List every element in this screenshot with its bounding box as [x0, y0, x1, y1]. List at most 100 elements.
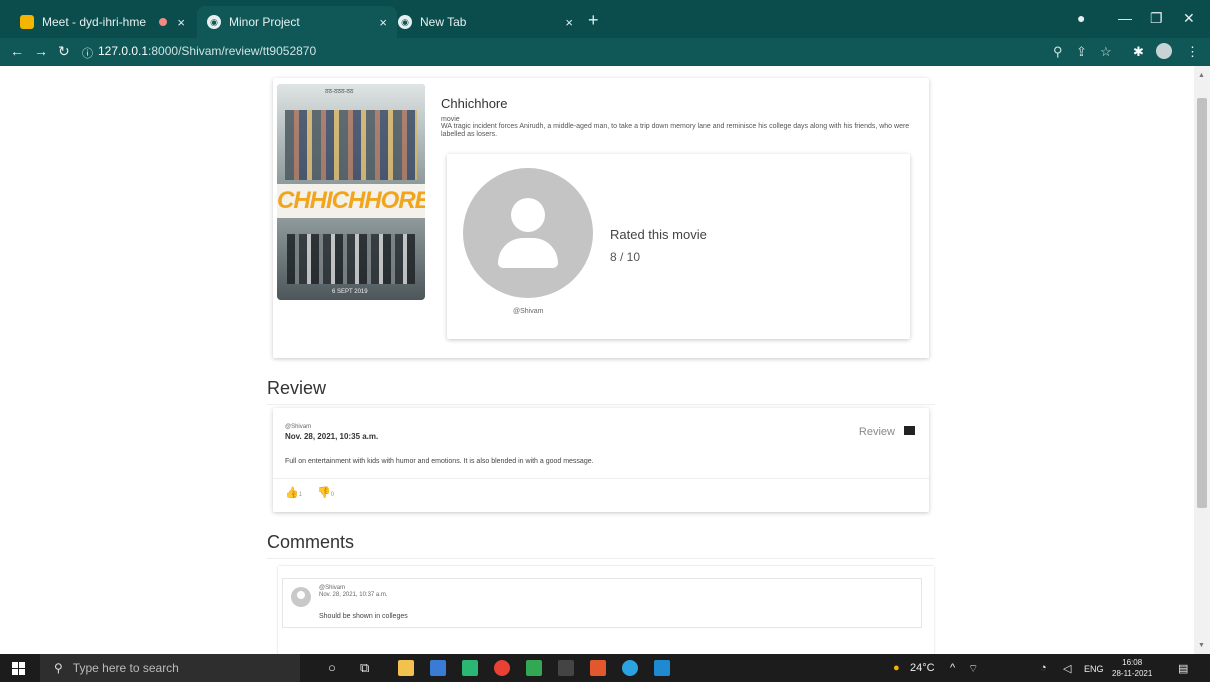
poster-top-text: ठठ-ठठठ-ठठ — [325, 89, 354, 95]
scrollbar[interactable]: ▲ ▼ — [1194, 66, 1210, 654]
rating-username[interactable]: @Shivam — [513, 308, 543, 315]
tab-new-tab[interactable]: ◉ New Tab × — [388, 6, 583, 38]
weather-icon: ● — [893, 662, 900, 674]
url-path: :8000/Shivam/review/tt9052870 — [148, 44, 317, 58]
user-avatar-icon — [463, 168, 593, 298]
reload-icon[interactable]: ↻ — [58, 43, 70, 60]
review-card: @Shivam Nov. 28, 2021, 10:35 a.m. Review… — [273, 408, 929, 512]
review-username[interactable]: @Shivam — [285, 424, 311, 430]
url-field[interactable]: 127.0.0.1:8000/Shivam/review/tt9052870 — [98, 44, 316, 58]
globe-icon: ◉ — [207, 15, 221, 29]
dislike-count: 0 — [330, 492, 335, 498]
comments-card: @Shivam Nov. 28, 2021, 10:37 a.m. Should… — [278, 566, 934, 654]
taskbar-search[interactable]: ⚲ Type here to search — [40, 654, 300, 682]
menu-icon[interactable]: ⋮ — [1186, 44, 1199, 60]
pycharm-icon[interactable] — [462, 660, 478, 676]
poster-logo: CHHICHHORE — [277, 184, 425, 218]
browser-tab-strip: Meet - dyd-ihri-hme × ◉ Minor Project × … — [0, 0, 1210, 38]
share-icon[interactable]: ⇪ — [1076, 44, 1087, 60]
divider — [267, 558, 935, 559]
windows-start-icon[interactable] — [12, 662, 25, 675]
close-icon[interactable]: × — [565, 15, 573, 30]
cortana-icon[interactable]: ○ — [328, 660, 336, 675]
file-explorer-icon[interactable] — [398, 660, 414, 676]
url-host: 127.0.0.1 — [98, 44, 149, 58]
thumbs-down-icon: 👎 — [317, 487, 331, 499]
notifications-icon[interactable]: ▤ — [1178, 662, 1188, 675]
wifi-icon[interactable]: ◔ — [1040, 662, 1047, 674]
movie-description: WA tragic incident forces Anirudh, a mid… — [441, 123, 910, 138]
dislike-button[interactable]: 👎0 — [317, 486, 334, 499]
forward-icon[interactable]: → — [34, 43, 48, 59]
comment-date: Nov. 28, 2021, 10:37 a.m. — [319, 592, 388, 598]
movie-poster: ठठ-ठठठ-ठठ CHHICHHORE 6 SEPT 2019 — [277, 84, 425, 300]
bookmark-star-icon[interactable]: ☆ — [1100, 44, 1112, 60]
search-placeholder: Type here to search — [72, 661, 179, 675]
telegram-icon[interactable] — [622, 660, 638, 676]
divider — [267, 404, 935, 405]
search-icon: ⚲ — [54, 661, 63, 675]
comment-text: Should be shown in colleges — [319, 613, 408, 620]
poster-release-date: 6 SEPT 2019 — [332, 289, 368, 295]
tab-title: Meet - dyd-ihri-hme — [42, 15, 147, 29]
thumbs-up-icon: 👍 — [285, 487, 299, 499]
movie-title: Chhichhore — [441, 96, 508, 111]
tray-overflow-icon[interactable]: ^ — [950, 662, 955, 674]
recording-icon — [159, 18, 167, 26]
network-icon[interactable]: ⌔ — [968, 662, 978, 676]
review-tag: Review — [858, 426, 895, 438]
window-close-icon[interactable]: ✕ — [1183, 10, 1195, 27]
scroll-down-icon[interactable]: ▼ — [1198, 642, 1205, 649]
tab-title: Minor Project — [229, 15, 300, 29]
app-icon[interactable] — [526, 660, 542, 676]
review-heading: Review — [267, 378, 327, 398]
chrome-icon: ◉ — [398, 15, 412, 29]
report-flag-icon[interactable] — [904, 426, 915, 435]
new-tab-button[interactable]: + — [588, 10, 599, 31]
info-icon[interactable]: ⓘ — [82, 45, 93, 61]
restore-icon[interactable]: ❐ — [1150, 10, 1163, 27]
back-icon[interactable]: ← — [10, 43, 24, 59]
comment-username[interactable]: @Shivam — [319, 585, 345, 591]
language-indicator[interactable]: ENG — [1084, 664, 1104, 674]
clock[interactable]: 16:08 28-11-2021 — [1112, 657, 1152, 679]
clock-date: 28-11-2021 — [1112, 669, 1153, 678]
zoom-icon[interactable]: ⚲ — [1053, 44, 1063, 60]
volume-icon[interactable]: ◁ — [1063, 662, 1071, 675]
review-date: Nov. 28, 2021, 10:35 a.m. — [285, 432, 379, 441]
extensions-icon[interactable]: ✱ — [1133, 44, 1144, 60]
clock-time: 16:08 — [1122, 658, 1143, 667]
chrome-icon[interactable] — [494, 660, 510, 676]
rating-value: 8 / 10 — [610, 250, 641, 264]
minimize-icon[interactable]: — — [1118, 10, 1132, 26]
close-icon[interactable]: × — [177, 15, 185, 30]
review-text: Full on entertainment with kids with hum… — [285, 458, 594, 465]
divider — [273, 478, 929, 479]
taskbar: ⚲ Type here to search ○ ⧉ ● 24°C ^ ⌔ ◔ ◁… — [0, 654, 1210, 682]
vscode-icon[interactable] — [654, 660, 670, 676]
tab-title: New Tab — [420, 15, 467, 29]
weather-temp[interactable]: 24°C — [910, 662, 935, 674]
meet-icon — [20, 15, 34, 29]
cc-icon[interactable] — [558, 660, 574, 676]
comments-heading: Comments — [267, 532, 355, 552]
tab-meet[interactable]: Meet - dyd-ihri-hme × — [10, 6, 195, 38]
movie-card: ठठ-ठठठ-ठठ CHHICHHORE 6 SEPT 2019 Chhichh… — [273, 78, 929, 358]
list-item: @Shivam Nov. 28, 2021, 10:37 a.m. Should… — [282, 578, 922, 628]
task-view-icon[interactable]: ⧉ — [360, 660, 369, 676]
close-icon[interactable]: × — [379, 15, 387, 30]
rating-card: @Shivam Rated this movie 8 / 10 — [447, 154, 910, 339]
tab-minor-project[interactable]: ◉ Minor Project × — [197, 6, 397, 38]
like-button[interactable]: 👍1 — [285, 486, 302, 499]
office-icon[interactable] — [590, 660, 606, 676]
address-bar: ← → ↻ ⓘ 127.0.0.1:8000/Shivam/review/tt9… — [0, 38, 1210, 66]
scroll-thumb[interactable] — [1197, 98, 1207, 508]
store-icon[interactable] — [430, 660, 446, 676]
avatar[interactable] — [1156, 43, 1172, 59]
like-count: 1 — [298, 492, 303, 498]
rated-label: Rated this movie — [610, 227, 707, 242]
page-content: ठठ-ठठठ-ठठ CHHICHHORE 6 SEPT 2019 Chhichh… — [0, 66, 1194, 654]
scroll-up-icon[interactable]: ▲ — [1198, 72, 1205, 79]
profile-dot-icon[interactable]: ● — [1077, 10, 1085, 26]
movie-type: movie — [441, 116, 460, 123]
